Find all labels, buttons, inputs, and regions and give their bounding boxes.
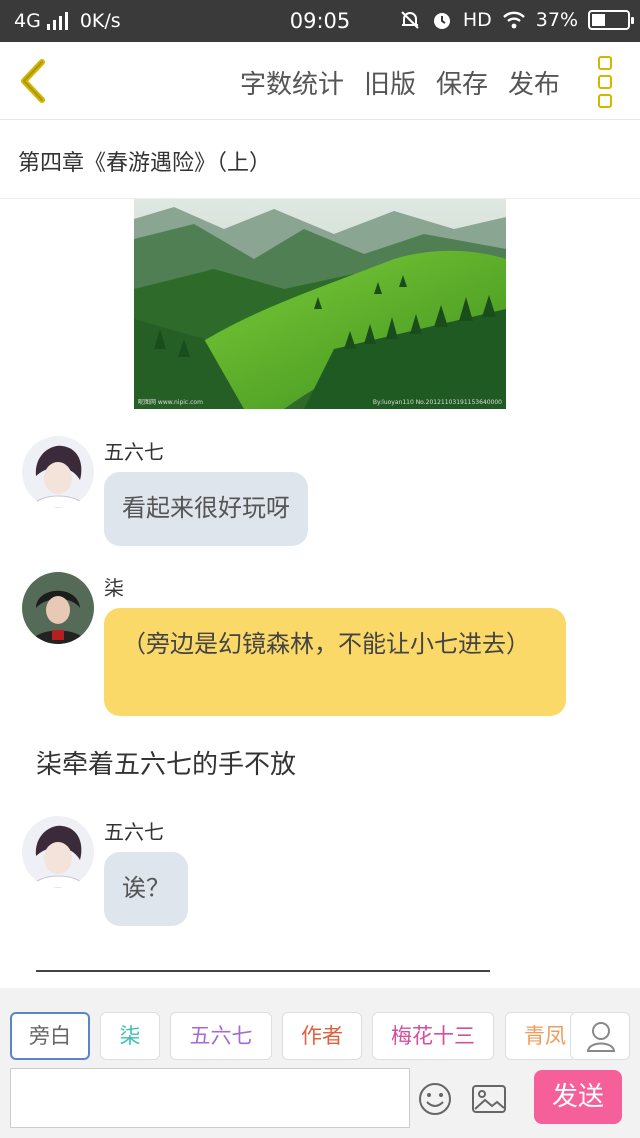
composer-panel: 旁白 柒 五六七 作者 梅花十三 青凤 发送 <box>0 988 640 1138</box>
status-bar: 4G 0K/s 09:05 HD 37% <box>0 0 640 42</box>
battery-icon <box>588 10 634 30</box>
emoji-button[interactable] <box>416 1080 454 1118</box>
role-chip[interactable]: 柒 <box>100 1012 160 1060</box>
message-input[interactable] <box>10 1068 410 1128</box>
avatar[interactable] <box>22 572 94 644</box>
old-version-button[interactable]: 旧版 <box>364 64 416 101</box>
hd-label: HD <box>462 9 492 31</box>
mountain-landscape-image <box>134 199 506 409</box>
status-right: HD 37% <box>399 9 634 31</box>
more-vertical-icon[interactable] <box>598 56 616 108</box>
image-credit: By:luoyan110 No.20121103191153640000 <box>372 399 502 406</box>
emoji-icon <box>419 1083 451 1115</box>
back-button[interactable] <box>14 56 54 106</box>
editor-toolbar: 字数统计 旧版 保存 发布 <box>0 42 640 120</box>
save-button[interactable]: 保存 <box>436 64 488 101</box>
alarm-icon <box>433 13 450 29</box>
toolbar-actions: 字数统计 旧版 保存 发布 <box>240 64 560 101</box>
speaker-name: 五六七 <box>104 820 164 844</box>
speaker-name: 柒 <box>104 576 124 600</box>
role-chip[interactable]: 作者 <box>282 1012 362 1060</box>
send-button[interactable]: 发送 <box>534 1070 622 1124</box>
image-button[interactable] <box>470 1082 508 1116</box>
chapter-title: 第四章《春游遇险》（上） <box>18 151 272 176</box>
chat-message: 五六七 看起来很好玩呀 <box>22 436 582 548</box>
image-icon <box>472 1085 506 1113</box>
chapter-title-bar[interactable]: 第四章《春游遇险》（上） <box>0 121 640 199</box>
publish-button[interactable]: 发布 <box>508 64 560 101</box>
avatar[interactable] <box>22 816 94 888</box>
chat-message: 五六七 诶？ <box>22 816 582 928</box>
narration-text: 柒牵着五六七的手不放 <box>36 750 297 780</box>
chat-message: 柒 （旁边是幻镜森林，不能让小七进去） <box>22 572 582 716</box>
add-role-button[interactable] <box>570 1012 630 1060</box>
role-chip[interactable]: 青凤 <box>505 1012 572 1060</box>
user-icon <box>586 1022 616 1052</box>
message-bubble: 诶？ <box>104 852 188 926</box>
role-selector: 旁白 柒 五六七 作者 梅花十三 青凤 <box>0 1012 572 1062</box>
image-watermark: 昵图网 www.nipic.com <box>138 399 203 406</box>
role-chip[interactable]: 旁白 <box>10 1012 90 1060</box>
speaker-name: 五六七 <box>104 440 164 464</box>
mute-bell-icon <box>401 11 419 29</box>
role-chip[interactable]: 梅花十三 <box>372 1012 494 1060</box>
battery-level <box>592 14 605 26</box>
avatar[interactable] <box>22 436 94 508</box>
wifi-icon <box>502 11 525 29</box>
battery-percent: 37% <box>535 9 578 31</box>
chevron-left-icon <box>21 59 45 103</box>
text-cursor-line <box>36 970 490 972</box>
message-bubble: 看起来很好玩呀 <box>104 472 308 546</box>
role-chip[interactable]: 五六七 <box>170 1012 272 1060</box>
scene-image: 昵图网 www.nipic.com By:luoyan110 No.201211… <box>134 199 506 409</box>
word-count-button[interactable]: 字数统计 <box>240 64 344 101</box>
message-bubble: （旁边是幻镜森林，不能让小七进去） <box>104 608 566 716</box>
